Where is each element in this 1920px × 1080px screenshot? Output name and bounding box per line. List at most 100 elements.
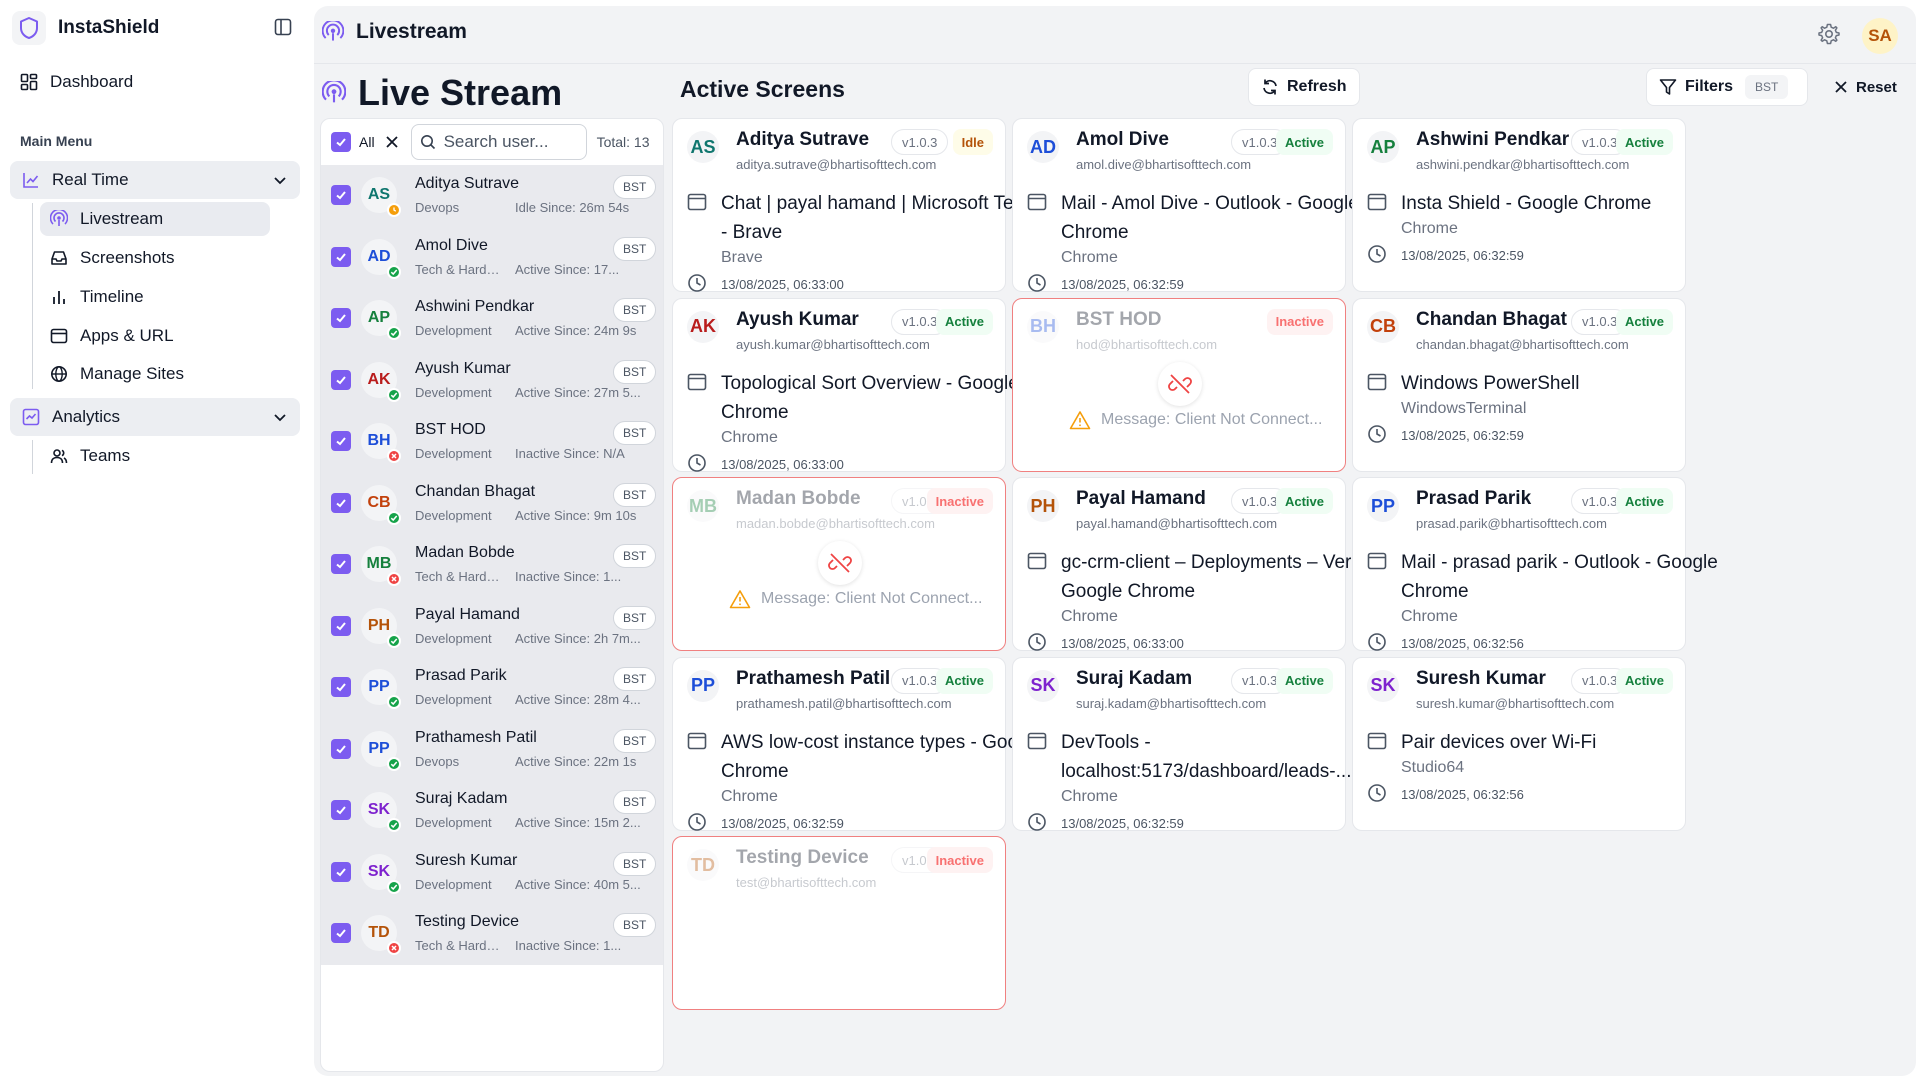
timestamp: 13/08/2025, 06:32:59 bbox=[1401, 248, 1524, 263]
disconnected-icon bbox=[1158, 361, 1202, 406]
user-row[interactable]: PH Payal Hamand Development Active Since: 2… bbox=[321, 596, 663, 657]
status-active-icon bbox=[387, 326, 401, 340]
nav-group-analytics[interactable]: Analytics bbox=[10, 398, 300, 436]
card-user-email: prasad.parik@bhartisofttech.com bbox=[1416, 516, 1607, 531]
chevron-down-icon[interactable] bbox=[272, 409, 288, 425]
screen-card[interactable]: AS Aditya Sutrave aditya.sutrave@bhartisof… bbox=[672, 118, 1049, 292]
sidebar-toggle-icon[interactable] bbox=[272, 16, 294, 38]
select-all-checkbox[interactable] bbox=[331, 132, 351, 152]
user-row[interactable]: AS Aditya Sutrave Devops Idle Since: 26m 54… bbox=[321, 165, 663, 226]
user-list-panel: All Total: 13 ASAditya SutraveDevopsIdle… bbox=[320, 118, 664, 1072]
screen-card[interactable]: AD Amol Dive amol.dive@bhartisofttech.com v… bbox=[1012, 118, 1359, 292]
screen-card[interactable]: SK Suraj Kadam suraj.kadam@bhartisofttech.… bbox=[1012, 656, 1351, 831]
screen-card[interactable]: PH Payal Hamand payal.hamand@bhartisofttec… bbox=[1012, 477, 1387, 651]
user-row[interactable]: CB Chandan Bhagat Development Active Since:… bbox=[321, 473, 663, 534]
page-title: Live Stream bbox=[322, 72, 562, 114]
nav-group-real-time[interactable]: Real Time bbox=[10, 161, 300, 199]
org-badge: BST bbox=[613, 298, 657, 322]
sidebar-item-screenshots[interactable]: Screenshots bbox=[40, 241, 270, 275]
user-checkbox[interactable] bbox=[331, 923, 351, 943]
card-user-email: suraj.kadam@bhartisofttech.com bbox=[1076, 695, 1267, 711]
user-checkbox[interactable] bbox=[331, 431, 351, 451]
user-checkbox[interactable] bbox=[331, 308, 351, 328]
avatar: PH bbox=[1027, 490, 1059, 522]
search-input[interactable] bbox=[443, 132, 574, 152]
user-row[interactable]: AK Ayush Kumar Development Active Since: 27… bbox=[321, 350, 663, 411]
org-badge: BST bbox=[613, 482, 657, 507]
user-name: Aditya Sutrave bbox=[415, 175, 520, 192]
filters-button[interactable]: Filters BST bbox=[1646, 68, 1808, 106]
user-checkbox[interactable] bbox=[331, 185, 351, 205]
screen-card[interactable]: TD Testing Device test@bhartisofttech.com v… bbox=[672, 836, 1006, 1010]
window-icon bbox=[687, 373, 707, 390]
user-avatar[interactable]: SA bbox=[1862, 18, 1898, 54]
user-status-text: Inactive Since: 1... bbox=[515, 938, 622, 953]
avatar: PP bbox=[1367, 490, 1399, 522]
user-row[interactable]: SK Suresh Kumar Development Active Since: 4… bbox=[321, 842, 663, 903]
user-checkbox[interactable] bbox=[331, 615, 351, 636]
livestream-icon bbox=[322, 21, 344, 41]
sidebar: InstaShield Dashboard Main Menu Real Tim… bbox=[0, 0, 310, 1080]
clear-selection-icon[interactable] bbox=[385, 135, 399, 149]
sidebar-item-label: Apps & URL bbox=[80, 326, 174, 345]
screen-card[interactable]: AK Ayush Kumar ayush.kumar@bhartisofttech.… bbox=[672, 297, 1019, 472]
sidebar-item-manage-sites[interactable]: Manage Sites bbox=[40, 357, 270, 391]
user-row[interactable]: MB Madan Bobde Tech & Hardwa... Inactive Si… bbox=[321, 534, 663, 595]
user-row[interactable]: AP Ashwini Pendkar Development Active Since… bbox=[321, 288, 663, 349]
window-title: Chat | payal hamand | Microsoft Teams - … bbox=[721, 193, 1050, 243]
org-badge: BST bbox=[613, 851, 657, 876]
nav-dashboard[interactable]: Dashboard bbox=[20, 72, 133, 92]
user-checkbox[interactable] bbox=[331, 738, 351, 759]
user-checkbox[interactable] bbox=[331, 677, 351, 697]
user-meta: Tech & Hardwa... Inactive Since: 1... bbox=[415, 569, 645, 584]
user-checkbox[interactable] bbox=[331, 861, 351, 882]
reset-button[interactable]: Reset bbox=[1834, 68, 1897, 106]
user-checkbox[interactable] bbox=[331, 246, 351, 267]
card-user-name: Amol Dive bbox=[1076, 129, 1169, 150]
sidebar-item-apps-url[interactable]: Apps & URL bbox=[40, 319, 270, 353]
sidebar-item-teams[interactable]: Teams bbox=[40, 439, 270, 473]
user-status-text: Active Since: 40m 5... bbox=[515, 876, 641, 892]
connection-message: Message: Client Not Connect... bbox=[1069, 410, 1322, 430]
topbar: Livestream SA bbox=[314, 6, 1916, 64]
screen-card[interactable]: PP Prasad Parik prasad.parik@bhartisofttec… bbox=[1352, 477, 1718, 651]
status-active-icon bbox=[387, 387, 401, 402]
user-row[interactable]: PP Prasad Parik Development Active Since: 2… bbox=[321, 657, 663, 718]
user-checkbox[interactable] bbox=[331, 800, 351, 820]
user-row[interactable]: AD Amol Dive Tech & Hardwa... Active Since:… bbox=[321, 227, 663, 288]
user-row[interactable]: BH BST HOD Development Inactive Since: N/A B… bbox=[321, 411, 663, 472]
user-team: Tech & Hardwa... bbox=[415, 261, 505, 277]
timestamp: 13/08/2025, 06:33:00 bbox=[1061, 636, 1184, 651]
user-search-field[interactable] bbox=[410, 124, 587, 160]
brand[interactable]: InstaShield bbox=[12, 8, 159, 48]
filter-chip[interactable]: BST bbox=[1745, 75, 1789, 99]
user-row[interactable]: PP Prathamesh Patil Devops Active Since: 22… bbox=[321, 719, 663, 780]
sidebar-item-livestream[interactable]: Livestream bbox=[40, 202, 270, 236]
user-row[interactable]: TD Testing Device Tech & Hardwa... Inactive… bbox=[321, 903, 663, 964]
screen-card[interactable]: CB Chandan Bhagat chandan.bhagat@bhartisof… bbox=[1352, 297, 1686, 472]
screen-card[interactable]: SK Suresh Kumar suresh.kumar@bhartisofttec… bbox=[1352, 656, 1686, 831]
user-team: Development bbox=[415, 323, 492, 338]
screen-card[interactable]: MB Madan Bobde madan.bobde@bhartisofttech.… bbox=[672, 477, 1006, 651]
disconnected-icon bbox=[818, 541, 862, 585]
user-checkbox[interactable] bbox=[331, 492, 351, 513]
chevron-down-icon[interactable] bbox=[272, 172, 288, 188]
user-name: Prasad Parik bbox=[415, 667, 507, 684]
screen-card[interactable]: AP Ashwini Pendkar ashwini.pendkar@bhartis… bbox=[1352, 118, 1686, 292]
card-user-email: payal.hamand@bhartisofttech.com bbox=[1076, 516, 1278, 531]
user-status-text: Inactive Since: 1... bbox=[515, 569, 622, 584]
timestamp: 13/08/2025, 06:32:59 bbox=[1061, 277, 1184, 292]
screen-card[interactable]: BH BST HOD hod@bhartisofttech.com Inactive M… bbox=[1012, 297, 1346, 472]
user-checkbox[interactable] bbox=[331, 369, 351, 390]
gear-icon[interactable] bbox=[1814, 19, 1844, 49]
user-row[interactable]: SK Suraj Kadam Development Active Since: 15… bbox=[321, 780, 663, 841]
refresh-button[interactable]: Refresh bbox=[1248, 68, 1360, 106]
status-active-icon bbox=[387, 510, 401, 525]
user-team: Development bbox=[415, 446, 492, 461]
filters-label: Filters bbox=[1685, 78, 1734, 95]
screen-card[interactable]: PP Prathamesh Patil prathamesh.patil@bhart… bbox=[672, 656, 1043, 831]
group-analytics-title: Analytics bbox=[22, 398, 120, 436]
user-meta: Development Active Since: 24m 9s bbox=[415, 323, 645, 338]
sidebar-item-timeline[interactable]: Timeline bbox=[40, 280, 270, 314]
user-checkbox[interactable] bbox=[331, 554, 351, 574]
